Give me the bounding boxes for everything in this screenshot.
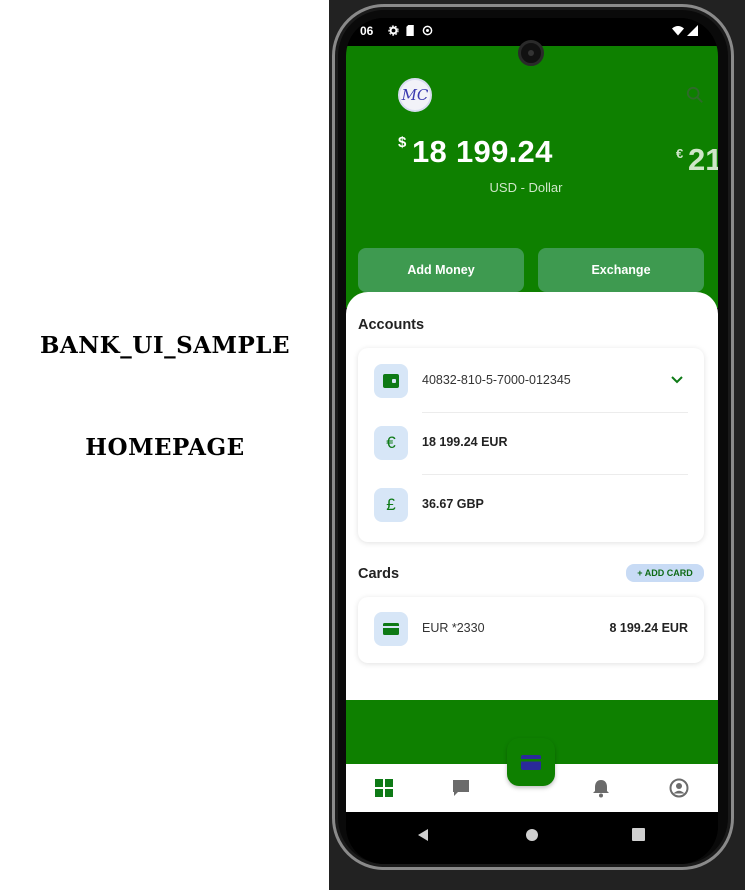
page-caption: HOMEPAGE [85, 434, 245, 461]
credit-card-icon [374, 612, 408, 646]
account-row[interactable]: € 18 199.24 EUR [358, 413, 704, 475]
exchange-button[interactable]: Exchange [538, 248, 704, 292]
sync-icon [422, 25, 433, 36]
accounts-card: 40832-810-5-7000-012345 € 18 199.24 EUR … [358, 348, 704, 542]
system-nav-bar [346, 812, 718, 864]
dashboard-icon[interactable] [374, 778, 394, 798]
chat-icon[interactable] [451, 778, 471, 798]
status-time: 06 [360, 24, 374, 38]
account-row[interactable]: £ 36.67 GBP [358, 475, 704, 537]
balance-currency-symbol: $ [398, 134, 407, 151]
balance-amount: 18 199.24 [412, 134, 553, 169]
app-caption: BANK_UI_SAMPLE [39, 332, 291, 359]
search-icon[interactable] [686, 86, 704, 104]
sim-icon [406, 25, 414, 36]
pound-icon: £ [374, 488, 408, 522]
chevron-down-icon[interactable] [670, 373, 684, 387]
signal-icon [687, 25, 698, 36]
cards-title: Cards [358, 566, 400, 582]
account-number: 40832-810-5-7000-012345 [422, 373, 571, 387]
add-card-button[interactable]: + ADD CARD [626, 564, 704, 582]
content-sheet: Accounts 40832-810-5-7000-012345 € 18 19… [346, 292, 718, 700]
account-icon[interactable] [669, 778, 689, 798]
bell-icon[interactable] [591, 778, 611, 798]
next-balance-amount[interactable]: 21 [688, 142, 718, 178]
avatar[interactable]: MC [398, 78, 432, 112]
add-money-button[interactable]: Add Money [358, 248, 524, 292]
wifi-icon [672, 26, 684, 36]
cards-card: EUR *2330 8 199.24 EUR [358, 597, 704, 663]
accounts-title: Accounts [358, 317, 425, 333]
back-icon[interactable] [416, 828, 430, 842]
euro-icon: € [374, 426, 408, 460]
gear-icon [388, 25, 399, 36]
home-icon[interactable] [525, 828, 539, 842]
euro-balance: 18 199.24 EUR [422, 435, 508, 449]
card-row[interactable]: EUR *2330 8 199.24 EUR [358, 599, 704, 661]
card-icon [521, 754, 541, 770]
front-camera [518, 40, 544, 66]
next-balance-currency-symbol: € [676, 146, 684, 161]
card-balance: 8 199.24 EUR [609, 621, 688, 635]
recents-icon[interactable] [632, 828, 645, 841]
balance-header: MC $ 18 199.24 USD - Dollar € 21 Add Mon… [346, 46, 718, 308]
card-name: EUR *2330 [422, 621, 485, 635]
phone-screen: 06 MC $ 18 199.24 USD - Dollar € 21 Add … [346, 18, 718, 864]
wallet-icon [374, 364, 408, 398]
account-row[interactable]: 40832-810-5-7000-012345 [358, 351, 704, 413]
balance-currency-label: USD - Dollar [489, 180, 563, 195]
cards-fab-button[interactable] [507, 738, 555, 786]
pound-balance: 36.67 GBP [422, 497, 484, 511]
